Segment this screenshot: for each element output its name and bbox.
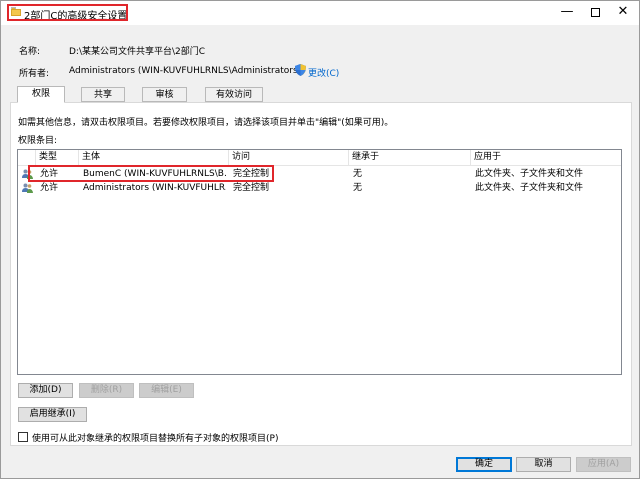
tab-auditing[interactable]: 审核 [142, 87, 187, 102]
row-type: 允许 [40, 183, 59, 193]
header-icon-column [18, 150, 36, 166]
owner-label: 所有者: [19, 69, 50, 79]
header-principal[interactable]: 主体 [79, 150, 229, 166]
users-icon [22, 183, 33, 193]
table-row[interactable]: 允许 Administrators (WIN-KUVFUHLR... 完全控制 … [18, 181, 621, 195]
maximize-button[interactable] [581, 1, 609, 25]
title-highlight-box [7, 4, 128, 21]
change-owner-link[interactable]: 更改(C) [308, 66, 339, 79]
enable-inheritance-button[interactable]: 启用继承(I) [18, 407, 87, 422]
instructions-text: 如需其他信息，请双击权限项目。若要修改权限项目，请选择该项目并单击"编辑"(如果… [18, 118, 394, 128]
replace-child-permissions-label: 使用可从此对象继承的权限项目替换所有子对象的权限项目(P) [32, 434, 279, 444]
advanced-security-window: 2部门C的高级安全设置 — ✕ 名称: D:\某某公司文件共享平台\2部门C 所… [0, 0, 640, 479]
name-label: 名称: [19, 47, 41, 57]
cancel-button[interactable]: 取消 [516, 457, 571, 472]
row-principal: Administrators (WIN-KUVFUHLR... [83, 183, 226, 193]
minimize-icon: — [560, 4, 574, 19]
row-access: 完全控制 [233, 183, 270, 193]
apply-button[interactable]: 应用(A) [576, 457, 631, 472]
close-button[interactable]: ✕ [609, 1, 637, 25]
row-inherited-from: 无 [353, 169, 363, 179]
replace-child-permissions-checkbox[interactable] [18, 432, 28, 442]
row-inherited-from: 无 [353, 183, 363, 193]
row-highlight-box [28, 165, 274, 182]
add-button[interactable]: 添加(D) [18, 383, 73, 398]
minimize-button[interactable]: — [553, 1, 581, 25]
name-value: D:\某某公司文件共享平台\2部门C [69, 47, 206, 57]
tab-share[interactable]: 共享 [81, 87, 125, 102]
uac-shield-icon [295, 64, 306, 76]
owner-value: Administrators (WIN-KUVFUHLRNLS\Administ… [69, 66, 302, 76]
tab-effective-access[interactable]: 有效访问 [205, 87, 263, 102]
ok-button[interactable]: 确定 [456, 457, 512, 472]
row-applies-to: 此文件夹、子文件夹和文件 [475, 183, 584, 193]
header-inherited-from[interactable]: 继承于 [349, 150, 471, 166]
header-access[interactable]: 访问 [229, 150, 349, 166]
maximize-icon [590, 8, 600, 17]
tab-permissions[interactable]: 权限 [17, 86, 65, 103]
close-icon: ✕ [617, 4, 629, 19]
header-applies-to[interactable]: 应用于 [471, 150, 621, 166]
list-header: 类型 主体 访问 继承于 应用于 [18, 150, 621, 166]
remove-button[interactable]: 删除(R) [79, 383, 134, 398]
row-applies-to: 此文件夹、子文件夹和文件 [475, 169, 584, 179]
permission-entries-list[interactable]: 类型 主体 访问 继承于 应用于 允许 BumenC (WIN-KUVFUHLR… [17, 149, 622, 375]
edit-button[interactable]: 编辑(E) [139, 383, 194, 398]
header-type[interactable]: 类型 [36, 150, 79, 166]
permission-entries-label: 权限条目: [18, 136, 58, 146]
title-bar: 2部门C的高级安全设置 — ✕ [1, 1, 639, 25]
